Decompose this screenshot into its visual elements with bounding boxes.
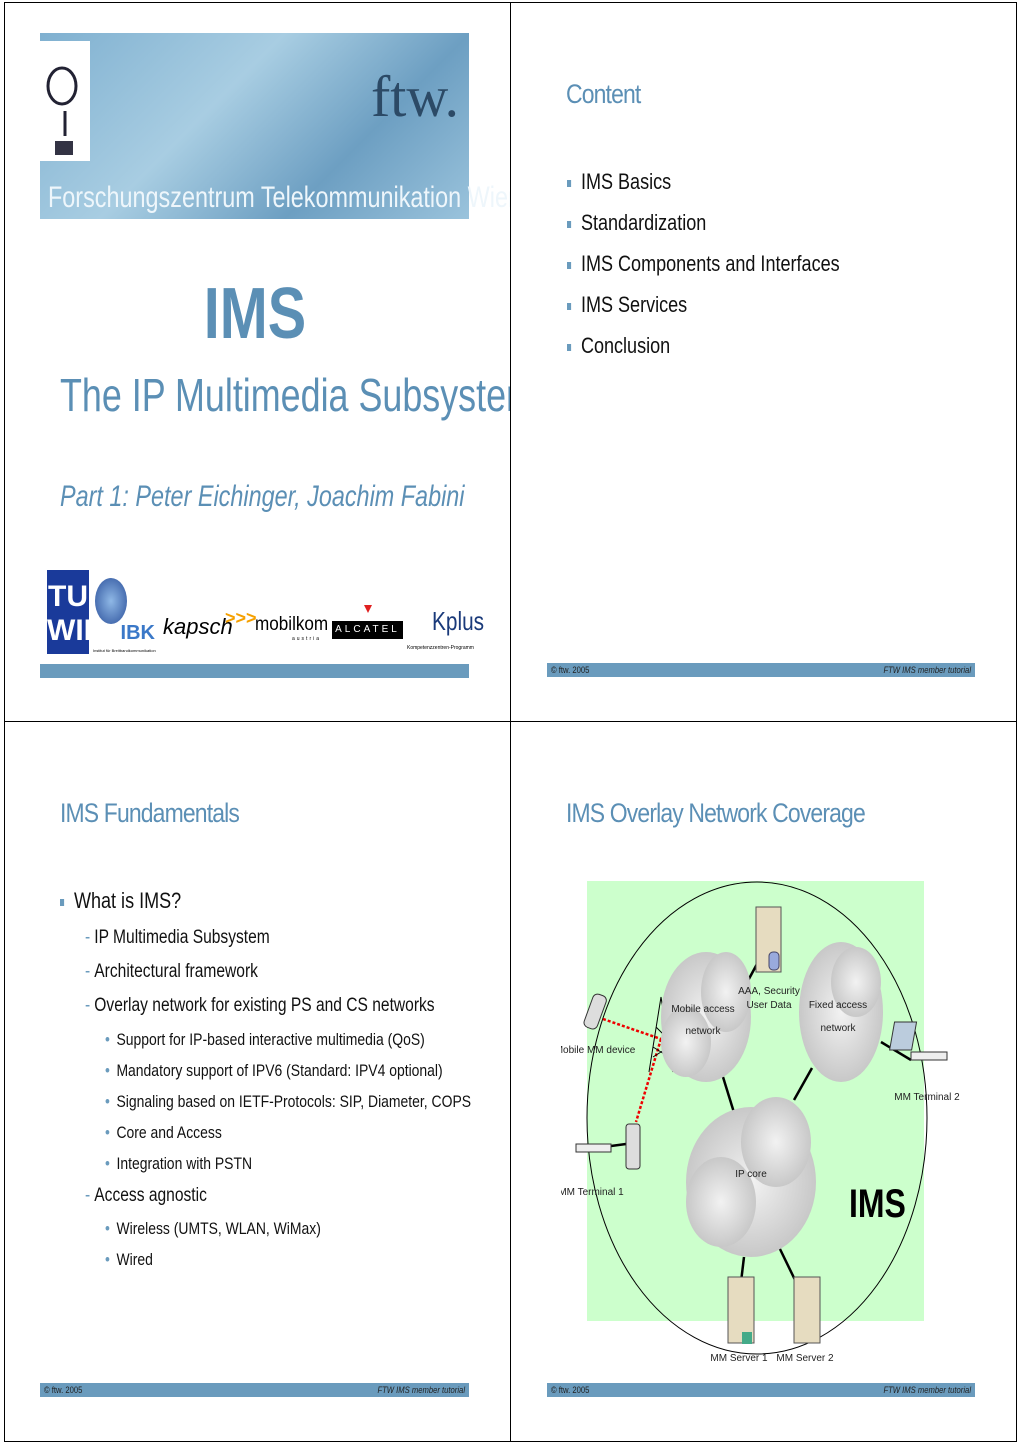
tu-wien-text: TU WIEN [47, 580, 126, 647]
tu-wien-logo: TU WIEN [47, 570, 126, 654]
footer-bar: © ftw. 2005 FTW IMS member tutorial [547, 1383, 975, 1397]
slide-title: ftw. Forschungszentrum Telekommunikation… [4, 2, 536, 722]
slide-subtitle: The IP Multimedia Subsystem [60, 369, 536, 421]
bullet-text: What is IMS? [73, 888, 182, 913]
alcatel-triangle [364, 605, 372, 613]
handout-page: ftw. Forschungszentrum Telekommunikation… [0, 0, 1020, 1443]
slide-main-title: IMS [203, 274, 307, 354]
content-item: IMS Services [567, 292, 687, 318]
ip-core-label: IP core [735, 1169, 767, 1180]
slide-title: Content [566, 79, 641, 109]
aaa-server-icon [755, 906, 782, 973]
network-diagram: Mobile access network Fixed access netwo… [561, 881, 960, 1364]
content-item-label: IMS Components and Interfaces [580, 251, 840, 276]
mobilkom-logo: mobilkom [255, 614, 329, 635]
content-item: Standardization [567, 210, 706, 236]
fixed-access-cloud [799, 942, 883, 1082]
sub-sub-bullet: • Wired [105, 1250, 153, 1269]
aaa-label: AAA, Security [738, 986, 800, 997]
server2-icon [793, 1276, 821, 1344]
institute-logo [40, 41, 90, 161]
server1-label: MM Server 1 [710, 1353, 768, 1364]
footer-copyright: © ftw. 2005 [44, 1385, 83, 1395]
alcatel-logo: ALCATEL [332, 621, 403, 639]
banner-text: Forschungszentrum Telekommunikation Wien [48, 181, 521, 214]
sub-sub-bullet-text: Integration with PSTN [116, 1154, 253, 1173]
fixed-access-label: network [820, 1023, 856, 1034]
bullet: What is IMS? [60, 888, 181, 914]
server1-icon [727, 1276, 755, 1344]
banner-image: ftw. Forschungszentrum Telekommunikation… [40, 33, 521, 219]
kapsch-logo: kapsch [163, 614, 233, 639]
mobile-device-label: Mobile MM device [561, 1045, 636, 1056]
footer-tutorial: FTW IMS member tutorial [883, 1385, 971, 1395]
terminal1-label: MM Terminal 1 [561, 1187, 624, 1198]
mobile-access-label: Mobile access [671, 1004, 734, 1015]
content-item-label: IMS Services [580, 292, 688, 317]
sub-sub-bullet-text: Wired [116, 1250, 153, 1269]
sub-sub-bullet-text: Core and Access [116, 1123, 222, 1142]
sub-bullet: - IP Multimedia Subsystem [85, 927, 270, 948]
content-item: Conclusion [567, 333, 670, 359]
partner-logos: TU WIEN IBK Institut für Breitbandkommun… [47, 570, 484, 655]
sub-sub-bullet-text: Mandatory support of IPV6 (Standard: IPV… [116, 1061, 443, 1080]
sub-bullet-text: IP Multimedia Subsystem [94, 927, 270, 948]
content-item: IMS Components and Interfaces [567, 251, 840, 277]
ftw-logo: ftw. [370, 64, 459, 129]
phone-icon [625, 1123, 641, 1170]
sub-bullet: - Architectural framework [85, 961, 258, 982]
content-item-label: IMS Basics [580, 169, 672, 194]
sub-sub-bullet-text: Signaling based on IETF-Protocols: SIP, … [116, 1092, 472, 1111]
mobile-access-cloud [661, 952, 751, 1082]
footer-bar: © ftw. 2005 FTW IMS member tutorial [547, 663, 975, 677]
slide-fundamentals: IMS Fundamentals What is IMS? - IP Multim… [4, 721, 511, 1442]
footer-copyright: © ftw. 2005 [551, 665, 590, 675]
kplus-caption: Kompetenzzentren-Programm [407, 645, 474, 651]
slide-title: IMS Fundamentals [60, 798, 240, 828]
content-item: IMS Basics [567, 169, 671, 195]
authors: Part 1: Peter Eichinger, Joachim Fabini [60, 480, 465, 513]
footer-copyright: © ftw. 2005 [551, 1385, 590, 1395]
sub-bullet-text: Overlay network for existing PS and CS n… [94, 995, 435, 1016]
sub-sub-bullet: • Wireless (UMTS, WLAN, WiMax) [105, 1219, 321, 1238]
footer-bar [40, 664, 469, 678]
sub-sub-bullet: • Mandatory support of IPV6 (Standard: IP… [105, 1061, 443, 1080]
sub-bullet-text: Access agnostic [94, 1185, 207, 1206]
content-item-label: Conclusion [580, 333, 671, 358]
sub-sub-bullet-text: Support for IP-based interactive multime… [116, 1030, 425, 1049]
sub-bullet: - Overlay network for existing PS and CS … [85, 995, 435, 1016]
sub-sub-bullet: • Signaling based on IETF-Protocols: SIP,… [105, 1092, 472, 1111]
ims-label: IMS [849, 1181, 906, 1226]
ibk-text: IBK [120, 622, 155, 644]
footer-tutorial: FTW IMS member tutorial [883, 665, 971, 675]
sub-sub-bullet: • Support for IP-based interactive multim… [105, 1030, 425, 1049]
server2-label: MM Server 2 [776, 1353, 834, 1364]
kapsch-arrows: >>> [225, 608, 257, 628]
sub-sub-bullet-text: Wireless (UMTS, WLAN, WiMax) [116, 1219, 321, 1238]
content-item-label: Standardization [580, 210, 707, 235]
mobilkom-caption: austria [292, 636, 322, 642]
slide-overlay: IMS Overlay Network Coverage Mobile acce… [510, 721, 1017, 1442]
aaa-label: User Data [746, 1000, 791, 1011]
slide-title: IMS Overlay Network Coverage [566, 798, 866, 828]
ibk-logo: IBK Institut für Breitbandkommunikation [93, 578, 156, 653]
sub-sub-bullet: • Core and Access [105, 1123, 222, 1142]
fixed-access-label: Fixed access [809, 1000, 867, 1011]
terminal2-label: MM Terminal 2 [894, 1092, 960, 1103]
sub-bullet-text: Architectural framework [94, 961, 258, 982]
mobile-access-label: network [685, 1026, 721, 1037]
footer-bar: © ftw. 2005 FTW IMS member tutorial [40, 1383, 469, 1397]
slide-content: Content IMS Basics Standardization IMS C… [510, 2, 1017, 722]
footer-tutorial: FTW IMS member tutorial [377, 1385, 465, 1395]
kplus-logo: Kplus [432, 606, 485, 636]
ibk-caption: Institut für Breitbandkommunikation [93, 648, 156, 653]
sub-bullet: - Access agnostic [85, 1185, 207, 1206]
sub-sub-bullet: • Integration with PSTN [105, 1154, 253, 1173]
